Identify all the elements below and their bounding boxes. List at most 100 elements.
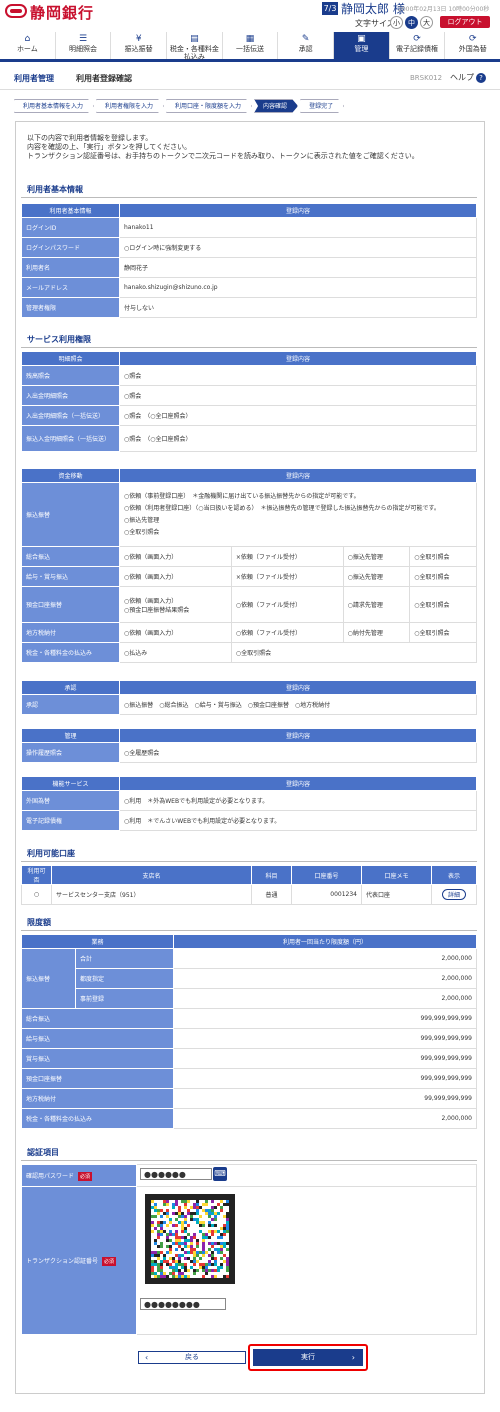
note: ＊金融機関に届け出ている振込振替先からの指定が可能です。 [192, 492, 360, 500]
intro-line: 内容を確認の上、「実行」ボタンを押してください。 [27, 143, 192, 151]
cell-avail: ○ [21, 884, 52, 905]
row-key: 合計 [75, 948, 174, 969]
perm: ○全取引照会 [409, 586, 477, 623]
col-header: 口座メモ [361, 865, 432, 885]
row-value: 付与しない [119, 297, 477, 318]
divider [21, 930, 477, 931]
password-label: 確認用パスワード [26, 1172, 75, 1180]
col-header: 利用者基本情報 [21, 203, 120, 218]
nav-tax[interactable]: ▤ 税金・各種料金払込み [166, 32, 222, 61]
section-title-service: サービス利用権限 [27, 335, 91, 344]
user-name: 静岡太郎 様 [341, 2, 405, 16]
section-title-accounts: 利用可能口座 [27, 849, 75, 858]
row-key: 預金口座振替 [21, 586, 120, 623]
row-key: 事前登録 [75, 988, 174, 1009]
row-key: 都度指定 [75, 968, 174, 989]
col-header: 支店名 [51, 865, 252, 885]
nav-approve[interactable]: ✎ 承認 [277, 32, 333, 59]
perm: ○全取引照会 [409, 566, 477, 587]
row-value: ○振込振替 ○総合振込 ○給与・賞与振込 ○預金口座振替 ○地方税納付 [119, 694, 477, 715]
col-header: 利用者一回当たり限度額（円） [173, 934, 477, 949]
intro-line: トランザクション認証番号は、お手持ちのトークンで二次元コードを読み取り、トークン… [27, 152, 419, 160]
inquiry-table: 明細照会 登録内容 残高照会 ○照会 入出金明細照会 ○照会 入出金明細照会（一括伝送… [21, 351, 477, 452]
font-size-small-button[interactable]: 小 [390, 16, 403, 29]
row-value: ○照会 [119, 385, 477, 406]
transfer-icon: ¥ [135, 34, 142, 44]
nav-forex[interactable]: ⟳ 外国為替 [444, 32, 500, 59]
intro-line: 以下の内容で利用者情報を登録します。 [27, 134, 153, 142]
admin-icon: ▣ [357, 34, 366, 44]
nav-batch[interactable]: ▦ 一括伝送 [221, 32, 278, 59]
row-key: 預金口座振替 [21, 1068, 174, 1089]
divider [21, 861, 477, 862]
nav-statements[interactable]: ☰ 明細照会 [54, 32, 111, 59]
step-5: 登録完了 [300, 99, 344, 113]
perm: ○依頼（事前登録口座） [124, 492, 187, 500]
confirm-password-input[interactable]: ●●●●●● [140, 1168, 212, 1180]
auth-table: 確認用パスワード 必須 トランザクション認証番号 必須 [21, 1164, 477, 1335]
page-title: 利用者登録確認 [76, 74, 132, 83]
col-header: 登録内容 [119, 203, 477, 218]
approve-table: 承認 登録内容 承認 ○振込振替 ○総合振込 ○給与・賞与振込 ○預金口座振替 ○地… [21, 680, 477, 715]
row-value: 2,000,000 [173, 948, 477, 969]
back-button[interactable]: ‹ 戻る [138, 1351, 246, 1364]
software-keyboard-icon[interactable]: ⌨ [213, 1167, 227, 1181]
transaction-auth-input[interactable]: ●●●●●●●● [140, 1298, 226, 1310]
row-key: 地方税納付 [21, 622, 120, 643]
nav-label: 外国為替 [458, 45, 487, 53]
section-title-auth: 認証項目 [27, 1148, 59, 1157]
font-size-large-button[interactable]: 大 [420, 16, 433, 29]
perm: ○依頼（画面入力） [119, 566, 232, 587]
col-header: 表示 [431, 865, 477, 885]
execute-button[interactable]: 実行 › [253, 1349, 363, 1366]
screen-code: BRSK012 [410, 74, 443, 82]
password-label-cell: 確認用パスワード 必須 [21, 1164, 137, 1187]
section-title-limits: 限度額 [27, 918, 51, 927]
nav-home[interactable]: ⌂ ホーム [0, 32, 55, 59]
detail-button[interactable]: 詳細 [441, 889, 466, 900]
font-size-medium-button[interactable]: 中 [405, 16, 418, 29]
denshi-icon: ⟳ [413, 34, 421, 44]
logout-button[interactable]: ログアウト [440, 16, 490, 28]
tx-auth-label: トランザクション認証番号 [26, 1257, 99, 1265]
cell-action: 詳細 [431, 884, 477, 905]
bank-name: 静岡銀行 [30, 4, 95, 22]
nav-admin[interactable]: ▣ 管理 [333, 32, 389, 59]
required-badge: 必須 [102, 1256, 117, 1266]
perm: ○振込先管理 [342, 566, 411, 587]
help-link[interactable]: ヘルプ? [450, 72, 486, 83]
row-key: 総合振込 [21, 546, 120, 567]
cell-branch: サービスセンター支店（951） [51, 884, 252, 905]
perm: ○依頼（利用者登録口座）（○当日扱いを認める） [124, 504, 255, 512]
row-key: 電子記録債権 [21, 810, 120, 831]
cell-type: 普通 [251, 884, 292, 905]
row-value: 静岡花子 [119, 257, 477, 278]
row-key: 総合振込 [21, 1008, 174, 1029]
help-label: ヘルプ [450, 73, 474, 82]
row-key: 給与・賞与振込 [21, 566, 120, 587]
perm: ○依頼（画面入力） ○預金口座振替結果照会 [119, 586, 232, 623]
row-key: 操作履歴照会 [21, 742, 120, 763]
perm: ○依頼（画面入力） [119, 546, 232, 567]
row-key: 振込振替 [21, 948, 76, 1009]
perm: ○納付先管理 [342, 622, 411, 643]
nav-label: 電子記録債権 [396, 45, 439, 53]
row-key: 税金・各種料金の払込み [21, 642, 120, 663]
row-value: hanako11 [119, 217, 477, 238]
perm: ×依頼（ファイル受付） [230, 566, 344, 587]
nav-transfer[interactable]: ¥ 振込振替 [110, 32, 166, 59]
row-key: 入出金明細照会 [21, 385, 120, 406]
perm: ○全取引照会 [124, 528, 160, 536]
col-header: 登録内容 [119, 468, 477, 483]
step-1: 利用者基本情報を入力 [14, 99, 94, 113]
back-label: 戻る [185, 1353, 199, 1361]
perm: ○払込み [119, 642, 232, 663]
execute-label: 実行 [301, 1353, 315, 1361]
col-header: 資金移動 [21, 468, 120, 483]
nav-label: 税金・各種料金払込み [169, 45, 219, 61]
row-value: hanako.shizugin@shizuno.co.jp [119, 277, 477, 298]
nav-denshi[interactable]: ⟳ 電子記録債権 [388, 32, 445, 59]
user-badge: 7/3 [322, 2, 338, 15]
step-4-current: 内容確認 [254, 99, 298, 113]
col-header: 科目 [251, 865, 292, 885]
